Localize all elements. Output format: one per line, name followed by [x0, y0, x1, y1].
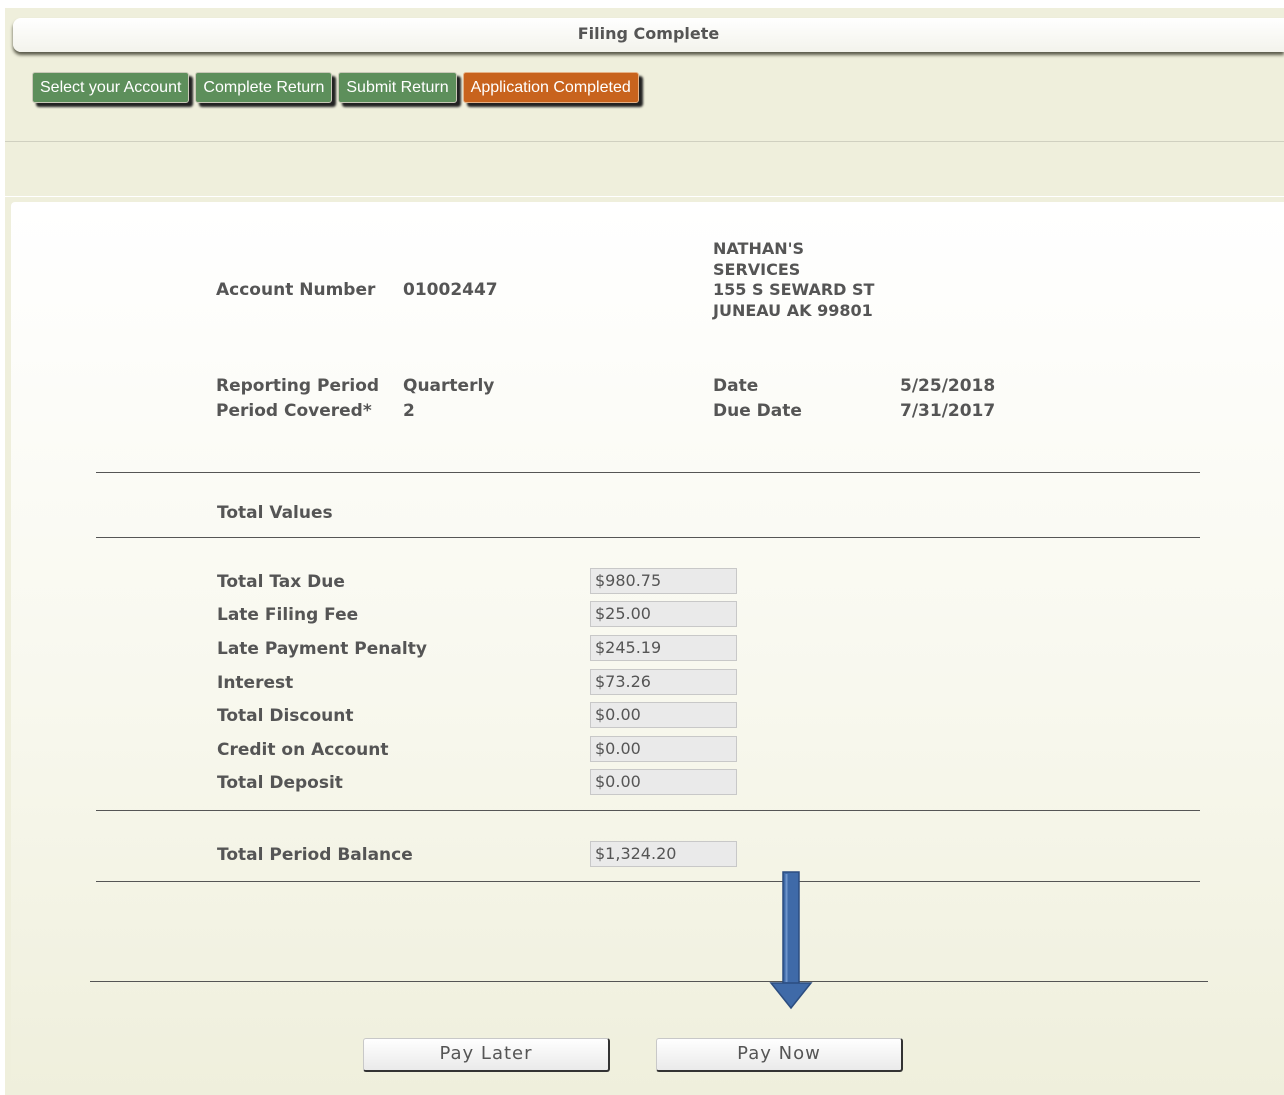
interest-field: $73.26 — [590, 669, 737, 695]
credit-on-account-field: $0.00 — [590, 736, 737, 762]
late-filing-fee-field: $25.00 — [590, 601, 737, 627]
address-line: JUNEAU AK 99801 — [713, 300, 873, 320]
pay-now-button[interactable]: Pay Now — [656, 1038, 903, 1072]
reporting-period-value: Quarterly — [403, 376, 495, 396]
divider — [96, 881, 1200, 882]
page-title: Filing Complete — [13, 18, 1284, 52]
late-payment-penalty-label: Late Payment Penalty — [217, 639, 427, 659]
total-period-balance-label: Total Period Balance — [217, 845, 413, 865]
interest-label: Interest — [217, 673, 294, 693]
divider — [5, 141, 1284, 142]
due-date-label: Due Date — [713, 401, 802, 421]
late-payment-penalty-field: $245.19 — [590, 635, 737, 661]
progress-steps: Select your Account Complete Return Subm… — [32, 72, 645, 106]
step-complete-return[interactable]: Complete Return — [195, 72, 333, 103]
step-application-completed[interactable]: Application Completed — [462, 72, 639, 103]
pay-later-button[interactable]: Pay Later — [363, 1038, 610, 1072]
total-values-heading: Total Values — [217, 503, 333, 523]
total-tax-due-field: $980.75 — [590, 568, 737, 594]
total-discount-field: $0.00 — [590, 702, 737, 728]
address-line: 155 S SEWARD ST — [713, 280, 875, 299]
divider — [90, 981, 1208, 982]
divider — [5, 196, 1284, 197]
account-number-label: Account Number — [216, 280, 376, 300]
app-window: Filing Complete Select your Account Comp… — [5, 8, 1284, 1095]
total-deposit-label: Total Deposit — [217, 773, 343, 793]
business-address: NATHAN'S SERVICES 155 S SEWARD ST JUNEAU… — [713, 239, 874, 321]
down-arrow-icon — [769, 871, 813, 1010]
total-period-balance-field: $1,324.20 — [590, 841, 737, 867]
step-submit-return[interactable]: Submit Return — [338, 72, 457, 103]
address-line: SERVICES — [713, 259, 801, 279]
divider — [96, 537, 1200, 538]
late-filing-fee-label: Late Filing Fee — [217, 605, 359, 625]
total-tax-due-label: Total Tax Due — [217, 572, 345, 592]
divider — [96, 472, 1200, 473]
date-label: Date — [713, 376, 759, 396]
period-covered-value: 2 — [403, 401, 415, 421]
filing-summary-panel: Account Number 01002447 NATHAN'S SERVICE… — [11, 202, 1284, 1095]
total-discount-label: Total Discount — [217, 706, 354, 726]
period-covered-label: Period Covered* — [216, 401, 372, 421]
reporting-period-label: Reporting Period — [216, 376, 380, 396]
step-select-account[interactable]: Select your Account — [32, 72, 190, 103]
due-date-value: 7/31/2017 — [900, 401, 996, 421]
credit-on-account-label: Credit on Account — [217, 740, 389, 760]
total-deposit-field: $0.00 — [590, 769, 737, 795]
date-value: 5/25/2018 — [900, 376, 996, 396]
divider — [96, 810, 1200, 811]
address-line: NATHAN'S — [713, 239, 805, 258]
account-number-value: 01002447 — [403, 280, 498, 300]
